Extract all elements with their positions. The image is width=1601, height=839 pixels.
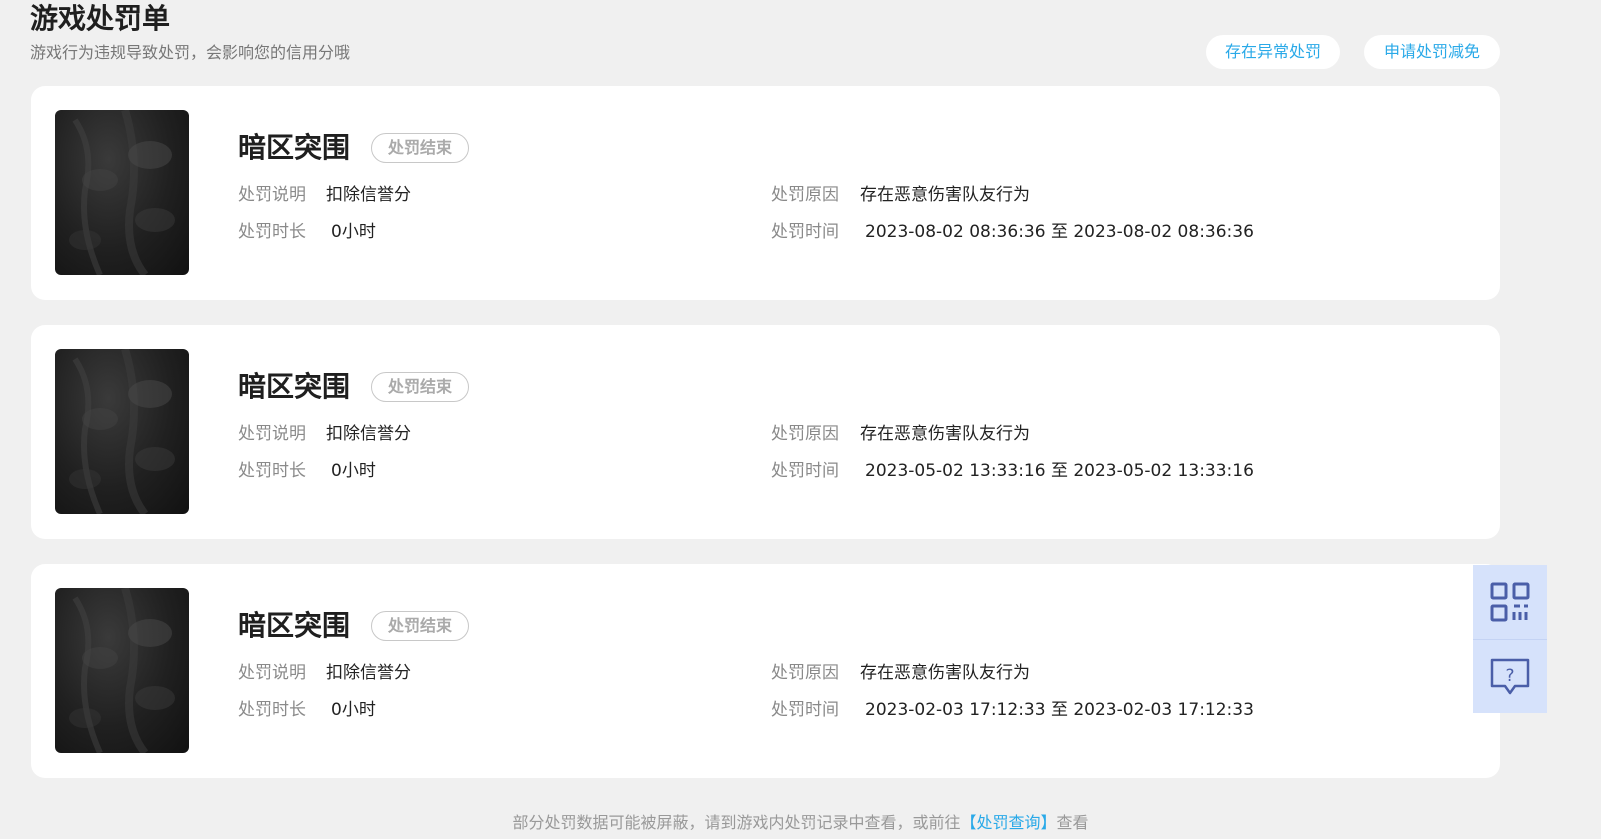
game-thumbnail <box>55 349 189 514</box>
game-thumbnail <box>55 110 189 275</box>
penalty-query-link[interactable]: 【处罚查询】 <box>960 813 1056 832</box>
duration-label: 处罚时长 <box>238 700 306 720</box>
time-label: 处罚时间 <box>771 700 839 720</box>
duration-value: 0小时 <box>331 461 376 481</box>
footer-text-after: 查看 <box>1056 813 1089 832</box>
duration-value: 0小时 <box>331 700 376 720</box>
game-name: 暗区突围 <box>238 131 351 164</box>
time-value: 2023-05-02 13:33:16 至 2023-05-02 13:33:1… <box>865 461 1254 481</box>
desc-value: 扣除信誉分 <box>326 663 411 683</box>
page-subtitle: 游戏行为违规导致处罚，会影响您的信用分哦 <box>30 43 351 62</box>
time-value: 2023-08-02 08:36:36 至 2023-08-02 08:36:3… <box>865 222 1254 242</box>
time-value: 2023-02-03 17:12:33 至 2023-02-03 17:12:3… <box>865 700 1254 720</box>
status-badge: 处罚结束 <box>371 372 470 402</box>
reason-value: 存在恶意伤害队友行为 <box>860 663 1030 683</box>
qr-code-button[interactable] <box>1473 565 1547 639</box>
penalty-card: 暗区突围 处罚结束 处罚说明 扣除信誉分 处罚时长 0小时 处罚原因 存在恶意伤… <box>31 564 1500 778</box>
time-label: 处罚时间 <box>771 222 839 242</box>
footer-text-before: 部分处罚数据可能被屏蔽，请到游戏内处罚记录中查看，或前往 <box>512 813 961 832</box>
duration-value: 0小时 <box>331 222 376 242</box>
desc-label: 处罚说明 <box>238 663 306 683</box>
game-name: 暗区突围 <box>238 609 351 642</box>
penalty-card: 暗区突围 处罚结束 处罚说明 扣除信誉分 处罚时长 0小时 处罚原因 存在恶意伤… <box>31 325 1500 539</box>
reason-label: 处罚原因 <box>771 185 839 205</box>
desc-label: 处罚说明 <box>238 185 306 205</box>
game-thumbnail <box>55 588 189 753</box>
help-button[interactable]: ? <box>1473 639 1547 713</box>
apply-reduction-button[interactable]: 申请处罚减免 <box>1364 35 1500 69</box>
svg-text:?: ? <box>1505 666 1514 686</box>
reason-value: 存在恶意伤害队友行为 <box>860 185 1030 205</box>
time-label: 处罚时间 <box>771 461 839 481</box>
duration-label: 处罚时长 <box>238 222 306 242</box>
footer-note: 部分处罚数据可能被屏蔽，请到游戏内处罚记录中查看，或前往【处罚查询】查看 <box>0 812 1601 834</box>
help-chat-icon: ? <box>1490 658 1530 694</box>
desc-label: 处罚说明 <box>238 424 306 444</box>
penalty-card: 暗区突围 处罚结束 处罚说明 扣除信誉分 处罚时长 0小时 处罚原因 存在恶意伤… <box>31 86 1500 300</box>
floating-side-panel: ? <box>1473 565 1547 713</box>
reason-value: 存在恶意伤害队友行为 <box>860 424 1030 444</box>
desc-value: 扣除信誉分 <box>326 424 411 444</box>
desc-value: 扣除信誉分 <box>326 185 411 205</box>
game-name: 暗区突围 <box>238 370 351 403</box>
duration-label: 处罚时长 <box>238 461 306 481</box>
status-badge: 处罚结束 <box>371 611 470 641</box>
qr-code-icon <box>1490 582 1530 622</box>
page-title: 游戏处罚单 <box>30 2 171 35</box>
reason-label: 处罚原因 <box>771 663 839 683</box>
reason-label: 处罚原因 <box>771 424 839 444</box>
status-badge: 处罚结束 <box>371 133 470 163</box>
abnormal-penalty-button[interactable]: 存在异常处罚 <box>1206 35 1340 69</box>
